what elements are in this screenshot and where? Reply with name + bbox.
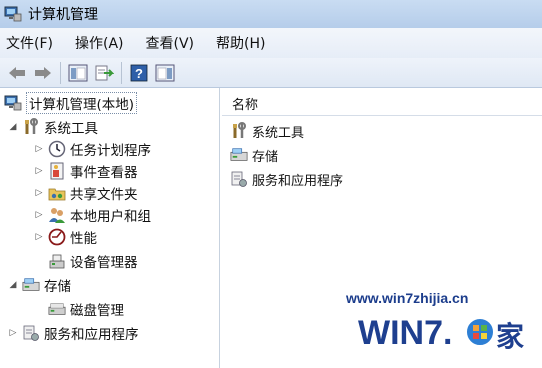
disk-icon: [48, 300, 66, 318]
tree-label: 设备管理器: [70, 255, 138, 271]
column-header-name[interactable]: 名称: [222, 92, 542, 116]
tree-label: 服务和应用程序: [44, 327, 139, 343]
show-hide-tree-icon: [68, 64, 88, 81]
toolbar: ?: [0, 58, 542, 88]
expand-arrow-icon[interactable]: ▷: [34, 210, 44, 220]
show-hide-tree-button[interactable]: [67, 62, 89, 84]
storage-icon: [230, 146, 248, 164]
tree-item-services-apps[interactable]: ▷ 服务和应用程序: [8, 322, 139, 344]
forward-icon: [35, 66, 51, 79]
shared-folder-icon: [48, 184, 66, 202]
watermark-logo: WIN7. 家: [352, 306, 538, 358]
list-item-label: 系统工具: [252, 125, 305, 141]
help-button[interactable]: ?: [128, 62, 150, 84]
tree-item-task-scheduler[interactable]: ▷ 任务计划程序: [34, 138, 151, 160]
tree-item-root[interactable]: 计算机管理(本地): [4, 92, 138, 114]
list-item[interactable]: 存储: [230, 144, 278, 166]
tree-label: 事件查看器: [70, 165, 138, 181]
console-tree[interactable]: 计算机管理(本地) ◢ 系统工具 ▷ 任务计划程序 ▷ 事件查看器 ▷ 共享文件…: [0, 88, 220, 368]
tree-item-storage[interactable]: ◢ 存储: [8, 274, 71, 296]
forward-button[interactable]: [32, 62, 54, 84]
collapse-arrow-icon[interactable]: ◢: [8, 122, 18, 132]
tree-label: 系统工具: [44, 121, 98, 137]
tools-icon: [22, 118, 40, 136]
list-item[interactable]: 服务和应用程序: [230, 168, 343, 190]
menu-action[interactable]: 操作(A): [75, 33, 124, 53]
tree-label: 性能: [70, 231, 97, 247]
window-title: 计算机管理: [28, 7, 98, 23]
title-bar: 计算机管理: [0, 0, 542, 28]
menu-bar: 文件(F) 操作(A) 查看(V) 帮助(H): [0, 28, 542, 58]
services-icon: [22, 324, 40, 342]
event-viewer-icon: [48, 162, 66, 180]
users-icon: [48, 206, 66, 224]
tree-item-performance[interactable]: ▷ 性能: [34, 226, 97, 248]
expand-arrow-icon[interactable]: ▷: [34, 188, 44, 198]
menu-file[interactable]: 文件(F): [6, 33, 53, 53]
device-manager-icon: [48, 252, 66, 270]
tree-label: 共享文件夹: [70, 187, 138, 203]
action-pane-icon: [155, 64, 175, 81]
tools-icon: [230, 122, 248, 140]
tree-label: 存储: [44, 279, 71, 295]
help-icon: ?: [130, 64, 148, 81]
svg-text:?: ?: [135, 66, 143, 81]
tree-item-shared-folders[interactable]: ▷ 共享文件夹: [34, 182, 138, 204]
svg-text:家: 家: [496, 320, 524, 353]
toolbar-separator: [60, 61, 61, 84]
clock-icon: [48, 140, 66, 158]
list-item-label: 服务和应用程序: [252, 173, 344, 189]
computer-management-icon: [4, 94, 22, 112]
expand-arrow-icon[interactable]: ▷: [34, 166, 44, 176]
column-header-label: 名称: [232, 98, 259, 113]
export-list-icon: [95, 65, 114, 80]
back-button[interactable]: [6, 62, 28, 84]
expand-arrow-icon[interactable]: ▷: [8, 328, 18, 338]
storage-icon: [22, 276, 40, 294]
expand-arrow-icon[interactable]: ▷: [34, 144, 44, 154]
tree-label: 磁盘管理: [70, 303, 124, 319]
action-pane-button[interactable]: [154, 62, 176, 84]
computer-management-icon: [4, 6, 22, 22]
expand-arrow-icon[interactable]: ▷: [34, 232, 44, 242]
tree-root-label: 计算机管理(本地): [26, 92, 138, 114]
tree-label: 任务计划程序: [70, 143, 151, 159]
tree-label: 本地用户和组: [70, 209, 151, 225]
watermark-url: www.win7zhijia.cn: [346, 290, 469, 306]
menu-help[interactable]: 帮助(H): [216, 33, 265, 53]
collapse-arrow-icon[interactable]: ◢: [8, 280, 18, 290]
tree-item-event-viewer[interactable]: ▷ 事件查看器: [34, 160, 138, 182]
services-icon: [230, 170, 248, 188]
toolbar-separator: [121, 61, 122, 84]
tree-item-system-tools[interactable]: ◢ 系统工具: [8, 116, 98, 138]
menu-view[interactable]: 查看(V): [146, 33, 195, 53]
list-item-label: 存储: [252, 149, 279, 165]
tree-item-disk-management[interactable]: 磁盘管理: [48, 298, 124, 320]
tree-item-device-manager[interactable]: 设备管理器: [48, 250, 138, 272]
list-item[interactable]: 系统工具: [230, 120, 304, 142]
performance-icon: [48, 228, 66, 246]
export-list-button[interactable]: [93, 62, 115, 84]
tree-item-local-users[interactable]: ▷ 本地用户和组: [34, 204, 151, 226]
svg-text:WIN7.: WIN7.: [358, 314, 452, 352]
back-icon: [9, 66, 25, 79]
